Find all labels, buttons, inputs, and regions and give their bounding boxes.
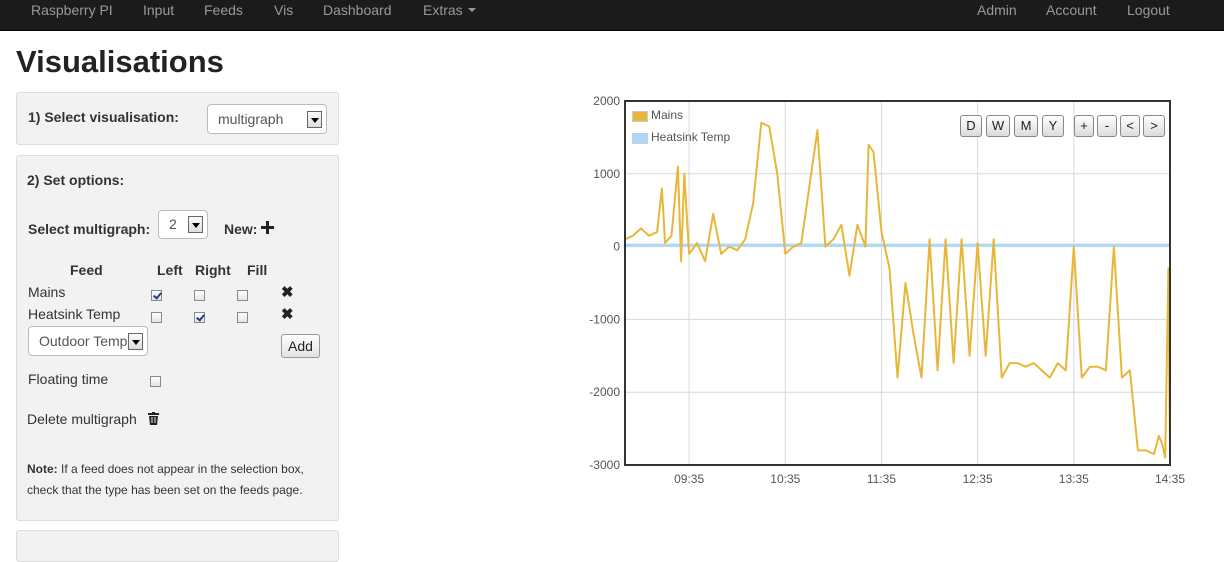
feed-select[interactable]: Outdoor Temp [28,326,148,356]
select-visualisation-panel: 1) Select visualisation: multigraph [16,92,339,145]
pan-left-button[interactable]: < [1120,115,1140,137]
page-title: Visualisations [16,44,224,79]
x-tick-label: 09:35 [674,472,704,486]
plot-area [625,101,1170,465]
legend-label-heatsink: Heatsink Temp [651,130,731,144]
select-visualisation-label: 1) Select visualisation: [28,109,179,125]
chevron-down-icon [188,216,203,233]
set-options-label: 2) Set options: [27,172,125,188]
nav-item-input[interactable]: Input [143,0,174,30]
zoom-out-button[interactable]: - [1097,115,1117,137]
nav-item-account[interactable]: Account [1046,0,1097,30]
mains-right-checkbox[interactable] [194,290,205,301]
visualisation-select-value: multigraph [218,111,284,127]
nav-item-logout[interactable]: Logout [1127,0,1170,30]
zoom-in-button[interactable]: + [1074,115,1094,137]
note-bold: Note: [27,462,58,476]
close-icon[interactable]: ✖ [281,307,294,322]
note-text: If a feed does not appear in the selecti… [27,462,304,497]
feed-name-heatsink: Heatsink Temp [28,306,121,322]
y-tick-label: 0 [613,240,620,254]
year-button[interactable]: Y [1042,115,1064,137]
nav-item-vis[interactable]: Vis [274,0,293,30]
next-panel [16,530,339,562]
legend-swatch-mains [632,111,648,122]
nav-item-feeds[interactable]: Feeds [204,0,243,30]
nav-item-dashboard[interactable]: Dashboard [323,0,392,30]
nav-item-extras[interactable]: Extras [423,0,476,30]
heatsink-fill-checkbox[interactable] [237,312,248,323]
mains-fill-checkbox[interactable] [237,290,248,301]
y-tick-label: -2000 [589,385,620,399]
multigraph-select[interactable]: 2 [158,210,208,239]
select-multigraph-label: Select multigraph: [28,221,151,237]
right-header: Right [195,262,231,278]
y-tick-label: 1000 [593,167,620,181]
heatsink-right-checkbox[interactable] [194,312,205,323]
visualisation-select[interactable]: multigraph [207,104,327,134]
new-multigraph-label: New: [224,221,258,237]
nav-item-admin[interactable]: Admin [977,0,1017,30]
trash-icon[interactable] [148,412,159,425]
legend-label-mains: Mains [651,108,684,122]
y-tick-label: -1000 [589,312,620,326]
caret-down-icon [467,8,476,13]
month-button[interactable]: M [1014,115,1038,137]
x-tick-label: 11:35 [867,472,896,486]
feed-note: Note: If a feed does not appear in the s… [27,459,327,501]
day-button[interactable]: D [960,115,982,137]
chevron-down-icon [128,333,143,350]
nav-item-extras-label: Extras [423,2,463,18]
multigraph-select-value: 2 [169,216,177,232]
week-button[interactable]: W [986,115,1010,137]
legend-swatch-heatsink [632,133,648,144]
mains-left-checkbox[interactable] [151,290,162,301]
floating-time-label: Floating time [28,371,109,387]
fill-header: Fill [247,262,268,278]
floating-time-checkbox[interactable] [150,376,161,387]
x-tick-label: 13:35 [1059,472,1089,486]
close-icon[interactable]: ✖ [281,285,294,300]
multigraph-chart: 2000 1000 0 -1000 -2000 -3000 09:35 10:35 11:35 1… [570,88,1200,498]
nav-brand[interactable]: Raspberry PI [31,0,113,30]
heatsink-left-checkbox[interactable] [151,312,162,323]
chevron-down-icon [307,111,322,128]
left-header: Left [157,262,183,278]
chart-svg[interactable]: 2000 1000 0 -1000 -2000 -3000 09:35 10:35 11:35 1… [570,88,1200,498]
delete-multigraph-label[interactable]: Delete multigraph [27,411,137,427]
y-tick-label: 2000 [593,94,620,108]
add-feed-button[interactable]: Add [281,334,320,358]
feed-header: Feed [70,262,103,278]
plus-icon[interactable] [261,221,274,234]
x-tick-label: 14:35 [1155,472,1185,486]
feed-name-mains: Mains [28,284,66,300]
x-tick-label: 10:35 [770,472,800,486]
feed-select-value: Outdoor Temp [39,333,128,349]
y-tick-label: -3000 [589,458,620,472]
x-tick-label: 12:35 [963,472,993,486]
top-navbar: Raspberry PI Input Feeds Vis Dashboard E… [0,0,1224,31]
pan-right-button[interactable]: > [1143,115,1165,137]
